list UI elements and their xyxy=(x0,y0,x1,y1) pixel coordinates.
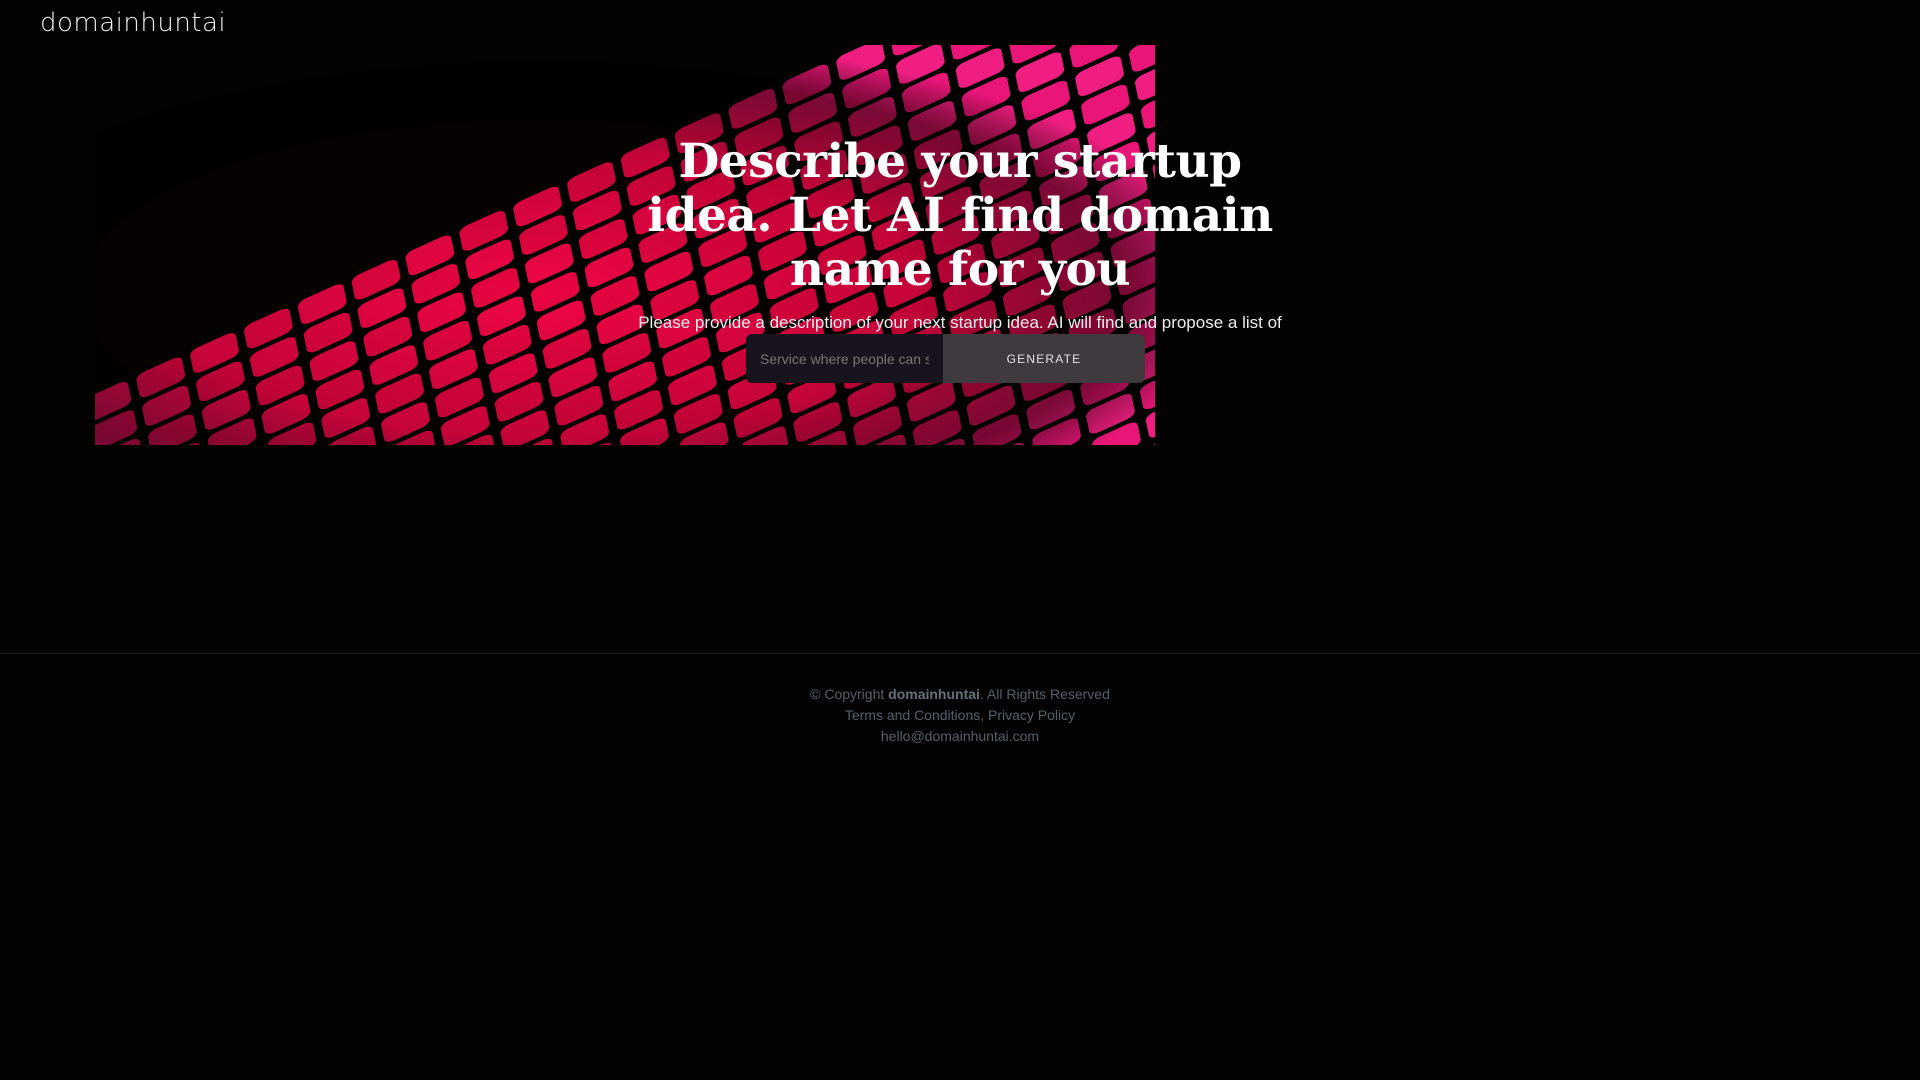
contact-email-link[interactable]: hello@domainhuntai.com xyxy=(881,728,1039,744)
footer: © Copyright domainhuntai. All Rights Res… xyxy=(0,684,1920,747)
copyright-brand: domainhuntai xyxy=(888,686,980,702)
page-title: Describe your startup idea. Let AI find … xyxy=(647,134,1273,297)
site-logo[interactable]: domainhuntai xyxy=(40,8,226,38)
copyright-line: © Copyright domainhuntai. All Rights Res… xyxy=(0,684,1920,705)
terms-link[interactable]: Terms and Conditions xyxy=(845,707,980,723)
generate-button[interactable]: GENERATE xyxy=(943,334,1145,383)
copyright-prefix: © Copyright xyxy=(810,686,885,702)
startup-description-input[interactable] xyxy=(746,334,943,383)
footer-divider xyxy=(0,653,1920,654)
domain-search-form: GENERATE xyxy=(746,334,1145,383)
copyright-suffix: . All Rights Reserved xyxy=(979,686,1110,702)
legal-links: Terms and Conditions, Privacy Policy xyxy=(0,705,1920,726)
privacy-link[interactable]: Privacy Policy xyxy=(988,707,1075,723)
hero-section: Describe your startup idea. Let AI find … xyxy=(620,135,1300,357)
legal-separator: , xyxy=(980,707,985,723)
